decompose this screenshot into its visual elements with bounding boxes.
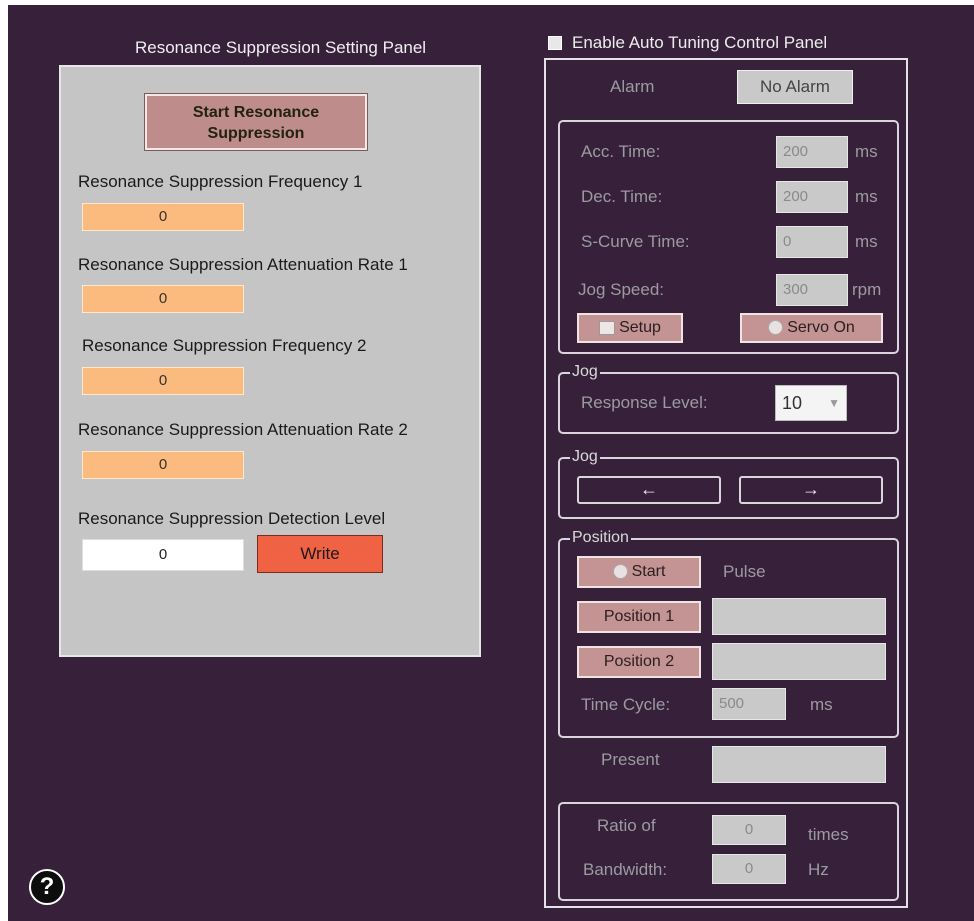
s-curve-time-field[interactable]: 0: [776, 226, 848, 258]
acc-time-unit: ms: [855, 142, 878, 161]
present-label: Present: [601, 750, 660, 769]
s-curve-time-unit: ms: [855, 232, 878, 251]
bandwidth-label: Bandwidth:: [583, 860, 668, 879]
position-2-button[interactable]: Position 2: [577, 646, 701, 678]
time-cycle-unit: ms: [810, 695, 833, 714]
dec-time-label: Dec. Time:: [581, 187, 663, 206]
alarm-status: No Alarm: [737, 70, 853, 104]
time-cycle-field[interactable]: 500: [712, 688, 786, 720]
acc-time-label: Acc. Time:: [581, 142, 661, 161]
acc-time-field[interactable]: 200: [776, 136, 848, 168]
attenuation-rate-2-label: Resonance Suppression Attenuation Rate 2: [78, 420, 408, 439]
present-field: [712, 746, 886, 783]
time-cycle-label: Time Cycle:: [581, 695, 671, 714]
response-level-label: Response Level:: [581, 393, 708, 412]
jog-direction-title: Jog: [570, 448, 600, 466]
setup-button-label: Setup: [619, 319, 661, 336]
enable-auto-tuning-checkbox[interactable]: [548, 36, 562, 50]
attenuation-rate-2-field[interactable]: 0: [82, 451, 244, 479]
setup-icon: [599, 320, 616, 335]
frequency-2-label: Resonance Suppression Frequency 2: [82, 336, 367, 355]
dec-time-unit: ms: [855, 187, 878, 206]
help-icon[interactable]: ?: [29, 869, 65, 905]
position-1-button[interactable]: Position 1: [577, 601, 701, 633]
jog-speed-label: Jog Speed:: [578, 280, 665, 299]
frequency-2-field[interactable]: 0: [82, 367, 244, 395]
jog-left-button[interactable]: ←: [577, 476, 721, 504]
alarm-label: Alarm: [610, 77, 655, 96]
pulse-label: Pulse: [723, 562, 766, 581]
resonance-panel-title: Resonance Suppression Setting Panel: [135, 38, 427, 57]
response-level-value: 10: [782, 393, 803, 413]
dec-time-field[interactable]: 200: [776, 181, 848, 213]
ratio-field[interactable]: 0: [712, 815, 786, 845]
jog-right-button[interactable]: →: [739, 476, 883, 504]
frequency-1-field[interactable]: 0: [82, 203, 244, 231]
servo-on-button[interactable]: Servo On: [740, 313, 883, 343]
chevron-down-icon: ▼: [828, 396, 840, 410]
write-button[interactable]: Write: [257, 535, 383, 573]
detection-level-label: Resonance Suppression Detection Level: [78, 509, 386, 528]
servo-icon: [768, 320, 784, 336]
position-start-label: Start: [631, 563, 666, 580]
s-curve-time-label: S-Curve Time:: [581, 232, 690, 251]
attenuation-rate-1-field[interactable]: 0: [82, 285, 244, 313]
frequency-1-label: Resonance Suppression Frequency 1: [78, 172, 363, 191]
start-resonance-suppression-button[interactable]: Start Resonance Suppression: [144, 93, 368, 151]
position-start-button[interactable]: Start: [577, 556, 701, 588]
position-1-field[interactable]: [712, 598, 886, 635]
enable-auto-tuning-label: Enable Auto Tuning Control Panel: [572, 33, 828, 52]
jog-group-title: Jog: [570, 363, 600, 381]
response-level-select[interactable]: 10 ▼: [775, 385, 847, 421]
position-2-field[interactable]: [712, 643, 886, 680]
ratio-unit: times: [808, 825, 849, 844]
detection-level-field[interactable]: 0: [82, 539, 244, 571]
position-group-title: Position: [570, 529, 631, 547]
attenuation-rate-1-label: Resonance Suppression Attenuation Rate 1: [78, 255, 408, 274]
servo-on-button-label: Servo On: [787, 319, 855, 336]
jog-speed-field[interactable]: 300: [776, 274, 848, 306]
start-icon: [612, 564, 628, 580]
bandwidth-field[interactable]: 0: [712, 854, 786, 884]
setup-button[interactable]: Setup: [577, 313, 683, 343]
jog-speed-unit: rpm: [852, 280, 882, 299]
ratio-of-label: Ratio of: [597, 816, 656, 835]
bandwidth-unit: Hz: [808, 860, 829, 879]
